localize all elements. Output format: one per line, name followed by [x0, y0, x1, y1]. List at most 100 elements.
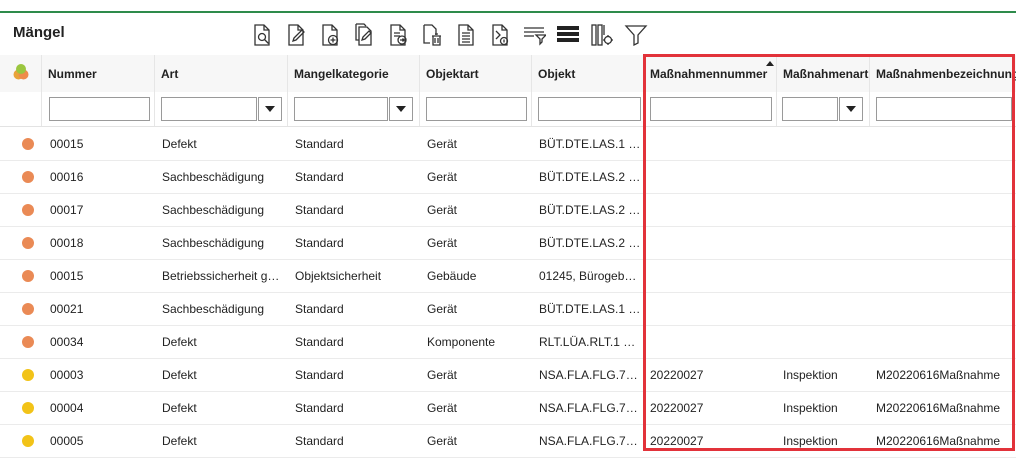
- cell-massnahmennummer: [650, 326, 774, 358]
- status-dot-icon: [22, 369, 34, 381]
- filter-input-massnahmennummer[interactable]: [650, 97, 772, 121]
- chevron-down-icon[interactable]: [839, 97, 863, 121]
- table-row[interactable]: 00018 Sachbeschädigung Standard Gerät BÜT.DT…: [0, 227, 1016, 260]
- cell-massnahmennummer: [650, 194, 774, 226]
- cell-massnahmenart: [783, 128, 867, 160]
- cell-massnahmenart: [783, 194, 867, 226]
- cell-objekt: BÜT.DTE.LAS.2 HP...: [539, 170, 641, 184]
- cell-mangelkategorie: Standard: [295, 368, 344, 382]
- cell-objekt: RLT.LÜA.RLT.1 RLT...: [539, 335, 641, 349]
- document-text-icon[interactable]: [452, 21, 480, 49]
- filter-input-massnahmenart[interactable]: [782, 97, 838, 121]
- cell-art: Sachbeschädigung: [162, 170, 265, 184]
- cell-massnahmenbezeichnung: [876, 293, 1006, 325]
- cell-mangelkategorie: Standard: [295, 335, 344, 349]
- filter-input-objektart[interactable]: [426, 97, 527, 121]
- document-search-icon[interactable]: [248, 21, 276, 49]
- cell-nummer: 00016: [50, 170, 84, 184]
- column-header-objektart[interactable]: Objektart: [420, 55, 532, 92]
- cell-mangelkategorie: Standard: [295, 434, 344, 448]
- cell-objektart: Gerät: [427, 236, 458, 250]
- status-dot-icon: [22, 336, 34, 348]
- cell-objekt: BÜT.DTE.LAS.1 HP...: [539, 302, 641, 316]
- toolbar: [248, 21, 650, 51]
- cell-objektart: Komponente: [427, 335, 496, 349]
- table-row[interactable]: 00017 Sachbeschädigung Standard Gerät BÜT.DT…: [0, 194, 1016, 227]
- filter-input-mangelkategorie[interactable]: [294, 97, 388, 121]
- filter-input-massnahmenbezeichnung[interactable]: [876, 97, 1012, 121]
- cell-massnahmenbezeichnung: [876, 194, 1006, 226]
- cell-massnahmenbezeichnung: [876, 128, 1006, 160]
- cell-massnahmennummer: [650, 293, 774, 325]
- cell-nummer: 00021: [50, 302, 84, 316]
- filter-cell-objektart: [420, 92, 532, 126]
- cell-massnahmenart: [783, 161, 867, 193]
- status-dot-icon: [22, 435, 34, 447]
- cell-art: Defekt: [162, 335, 197, 349]
- column-header-massnahmennummer[interactable]: Maßnahmennummer: [644, 55, 777, 92]
- cell-nummer: 00017: [50, 203, 84, 217]
- table-row[interactable]: 00004 Defekt Standard Gerät NSA.FLA.FLG.7 Fe…: [0, 392, 1016, 425]
- status-column-header[interactable]: [0, 55, 42, 92]
- cell-massnahmenart: Inspektion: [783, 434, 838, 448]
- cell-nummer: 00003: [50, 368, 84, 382]
- chevron-down-icon[interactable]: [258, 97, 282, 121]
- cell-objektart: Gebäude: [427, 269, 477, 283]
- document-copy-icon[interactable]: [350, 21, 378, 49]
- filter-cell-nummer: [42, 92, 155, 126]
- document-export-icon[interactable]: [486, 21, 514, 49]
- table-row[interactable]: 00016 Sachbeschädigung Standard Gerät BÜT.DT…: [0, 161, 1016, 194]
- table-row[interactable]: 00015 Defekt Standard Gerät BÜT.DTE.LAS.1 HP…: [0, 128, 1016, 161]
- document-edit-icon[interactable]: [282, 21, 310, 49]
- table-row[interactable]: 00034 Defekt Standard Komponente RLT.LÜA.RLT…: [0, 326, 1016, 359]
- column-header-art[interactable]: Art: [155, 55, 288, 92]
- status-dot-icon: [22, 270, 34, 282]
- cell-nummer: 00018: [50, 236, 84, 250]
- table-body: 00015 Defekt Standard Gerät BÜT.DTE.LAS.1 HP…: [0, 128, 1016, 458]
- cell-massnahmenart: [783, 260, 867, 292]
- cell-art: Defekt: [162, 137, 197, 151]
- table-row[interactable]: 00005 Defekt Standard Gerät NSA.FLA.FLG.7 Fe…: [0, 425, 1016, 458]
- filter-cell-massnahmennummer: [644, 92, 777, 126]
- cell-nummer: 00015: [50, 137, 84, 151]
- cell-massnahmennummer: 20220027: [650, 434, 704, 448]
- filter-input-objekt[interactable]: [538, 97, 641, 121]
- filter-input-art[interactable]: [161, 97, 257, 121]
- cell-objektart: Gerät: [427, 137, 458, 151]
- list-view-icon[interactable]: [554, 21, 582, 49]
- column-settings-icon[interactable]: [588, 21, 616, 49]
- cell-mangelkategorie: Standard: [295, 137, 344, 151]
- cell-objekt: NSA.FLA.FLG.7 Fe...: [539, 401, 641, 415]
- status-dot-icon: [22, 402, 34, 414]
- cell-objekt: BÜT.DTE.LAS.1 HP...: [539, 137, 641, 151]
- cell-massnahmennummer: [650, 128, 774, 160]
- table-row[interactable]: 00015 Betriebssicherheit gef... Objektsich…: [0, 260, 1016, 293]
- cell-massnahmenart: Inspektion: [783, 401, 838, 415]
- status-dot-icon: [22, 303, 34, 315]
- column-header-objekt[interactable]: Objekt: [532, 55, 644, 92]
- cell-nummer: 00034: [50, 335, 84, 349]
- filter-rows-icon[interactable]: [520, 21, 548, 49]
- funnel-icon[interactable]: [622, 21, 650, 49]
- document-add-icon[interactable]: [316, 21, 344, 49]
- filter-input-nummer[interactable]: [49, 97, 150, 121]
- top-accent-line: [0, 11, 1016, 13]
- column-header-mangelkategorie[interactable]: Mangelkategorie: [288, 55, 420, 92]
- cell-objektart: Gerät: [427, 401, 458, 415]
- status-traffic-light-icon: [13, 64, 29, 80]
- table-row[interactable]: 00021 Sachbeschädigung Standard Gerät BÜT.DT…: [0, 293, 1016, 326]
- cell-massnahmenart: Inspektion: [783, 368, 838, 382]
- column-header-massnahmenart[interactable]: Maßnahmenart: [777, 55, 870, 92]
- column-header-nummer[interactable]: Nummer: [42, 55, 155, 92]
- cell-massnahmennummer: 20220027: [650, 368, 704, 382]
- cell-objekt: NSA.FLA.FLG.7 Fe...: [539, 368, 641, 382]
- column-header-massnahmenbezeichnung[interactable]: Maßnahmenbezeichnung: [870, 55, 1016, 92]
- document-forward-icon[interactable]: [384, 21, 412, 49]
- cell-art: Betriebssicherheit gef...: [162, 269, 286, 283]
- cell-objektart: Gerät: [427, 368, 458, 382]
- cell-nummer: 00015: [50, 269, 84, 283]
- table-row[interactable]: 00003 Defekt Standard Gerät NSA.FLA.FLG.7 Fe…: [0, 359, 1016, 392]
- cell-art: Sachbeschädigung: [162, 203, 265, 217]
- document-delete-icon[interactable]: [418, 21, 446, 49]
- chevron-down-icon[interactable]: [389, 97, 413, 121]
